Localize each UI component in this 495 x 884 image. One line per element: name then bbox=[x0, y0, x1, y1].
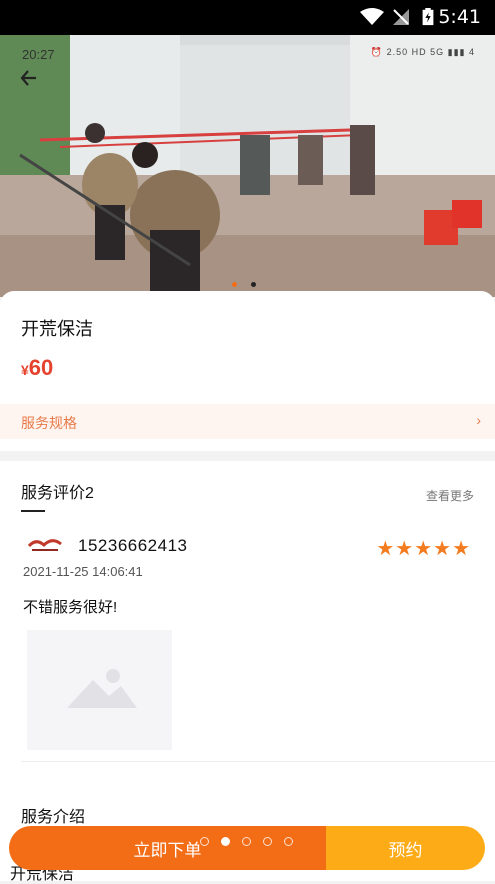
product-price: ¥60 bbox=[21, 355, 53, 381]
reviewer-avatar bbox=[27, 539, 62, 551]
reviews-title-underline bbox=[21, 510, 45, 512]
carousel-dot-active[interactable] bbox=[232, 282, 237, 287]
service-spec-row[interactable]: 服务规格 › bbox=[0, 404, 495, 439]
price-value: 60 bbox=[28, 355, 54, 380]
carousel-dot[interactable] bbox=[251, 282, 256, 287]
service-intro-title: 服务介绍 bbox=[21, 809, 86, 826]
wifi-icon bbox=[360, 8, 384, 25]
hero-embedded-time: 20:27 bbox=[22, 47, 55, 62]
carousel-dots bbox=[232, 274, 270, 292]
book-button[interactable]: 预约 bbox=[326, 826, 485, 870]
view-more-link[interactable]: 查看更多 bbox=[426, 487, 474, 504]
product-title: 开荒保洁 bbox=[21, 319, 93, 339]
intro-carousel-dot[interactable] bbox=[200, 837, 209, 846]
intro-carousel-dot[interactable] bbox=[284, 837, 293, 846]
hero-image bbox=[0, 35, 495, 297]
chevron-right-icon: › bbox=[476, 412, 481, 428]
reviews-section: 服务评价2 查看更多 15236662413 ★★★★★ 2021-11-25 … bbox=[0, 461, 495, 881]
rating-stars: ★★★★★ bbox=[376, 538, 471, 560]
battery-charging-icon bbox=[422, 8, 434, 26]
service-spec-label: 服务规格 bbox=[21, 415, 77, 431]
hero-carousel[interactable]: 20:27 ⏰ 2.50 HD 5G ▮▮▮ 4 bbox=[0, 35, 495, 297]
reviewer-phone: 15236662413 bbox=[78, 536, 188, 555]
price-currency: ¥ bbox=[21, 362, 29, 378]
intro-carousel-dot[interactable] bbox=[263, 837, 272, 846]
section-divider bbox=[21, 761, 495, 762]
reviews-title: 服务评价2 bbox=[21, 485, 94, 502]
review-date: 2021-11-25 14:06:41 bbox=[23, 564, 143, 579]
status-bar: 5:41 bbox=[0, 0, 495, 35]
image-placeholder-icon bbox=[67, 669, 137, 708]
hero-embedded-indicators: ⏰ 2.50 HD 5G ▮▮▮ 4 bbox=[370, 47, 475, 57]
no-signal-icon bbox=[393, 9, 409, 25]
review-photo[interactable] bbox=[27, 630, 172, 750]
intro-carousel-dot-active[interactable] bbox=[221, 837, 230, 846]
review-comment: 不错服务很好! bbox=[23, 599, 118, 616]
intro-carousel-dots bbox=[200, 833, 305, 851]
back-arrow-icon[interactable] bbox=[14, 63, 44, 93]
product-card: 开荒保洁 ¥60 服务规格 › bbox=[0, 291, 495, 451]
intro-carousel-dot[interactable] bbox=[242, 837, 251, 846]
status-time: 5:41 bbox=[438, 6, 481, 28]
